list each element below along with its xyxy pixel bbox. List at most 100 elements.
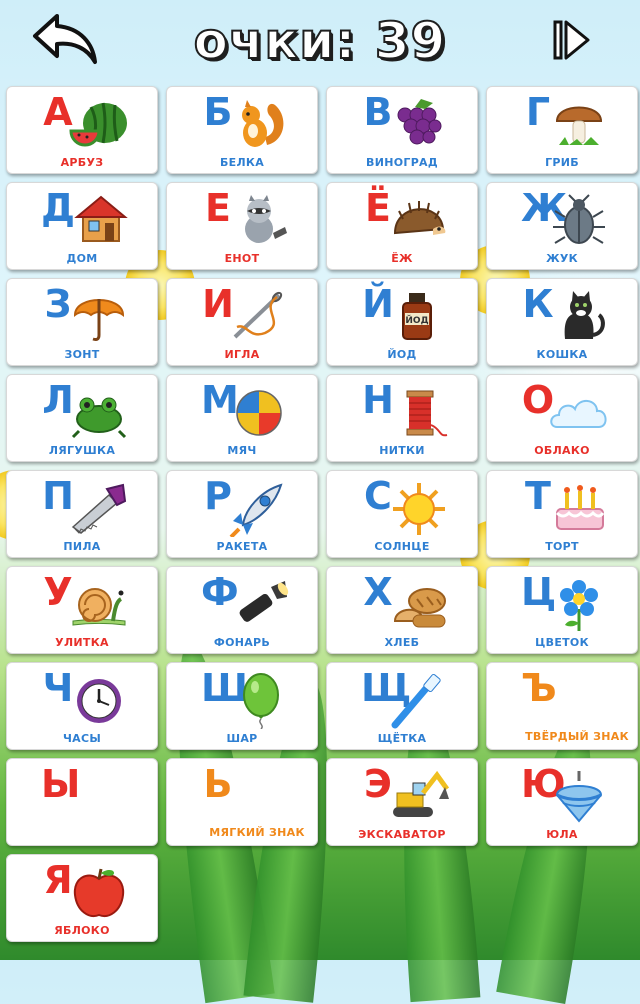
- letter-card[interactable]: Ы: [6, 758, 158, 846]
- ball-icon: [229, 385, 289, 441]
- letter-card[interactable]: Д ДОМ: [6, 182, 158, 270]
- card-word: ЦВЕТОК: [535, 636, 589, 649]
- letter-card[interactable]: З ЗОНТ: [6, 278, 158, 366]
- letter-card[interactable]: О ОБЛАКО: [486, 374, 638, 462]
- card-word: ПИЛА: [63, 540, 101, 553]
- svg-text:ЙОД: ЙОД: [405, 314, 428, 326]
- card-word: ЛЯГУШКА: [48, 444, 116, 457]
- card-word: ЁЖ: [391, 252, 413, 265]
- card-word: МЯГКИЙ ЗНАК: [209, 826, 305, 839]
- card-word: ЙОД: [387, 348, 417, 361]
- letter-card[interactable]: Н НИТКИ: [326, 374, 478, 462]
- saw-icon: [69, 481, 129, 537]
- back-arrow-icon: [33, 14, 97, 64]
- letter-card[interactable]: Ь МЯГКИЙ ЗНАК: [166, 758, 318, 846]
- cake-icon: [549, 481, 609, 537]
- card-word: ФОНАРЬ: [213, 636, 271, 649]
- card-letter: Ь: [203, 762, 233, 806]
- card-word: ЭКСКАВАТОР: [358, 828, 446, 841]
- letter-card[interactable]: Л ЛЯГУШКА: [6, 374, 158, 462]
- frog-icon: [69, 385, 129, 441]
- apple-icon: [69, 865, 129, 921]
- card-word: ЖУК: [546, 252, 578, 265]
- alphabet-grid: А АРБУЗ Б БЕЛКА В ВИНОГРАД Г ГРИБ Д ДОМ Е ЕНОТ Ё ЁЖ Ж Ж…: [6, 86, 640, 946]
- letter-card[interactable]: Ъ ТВЁРДЫЙ ЗНАК: [486, 662, 638, 750]
- grapes-icon: [389, 97, 449, 153]
- card-word: ГРИБ: [545, 156, 579, 169]
- beetle-icon: [549, 193, 609, 249]
- snail-icon: [69, 577, 129, 633]
- card-word: ЧАСЫ: [62, 732, 102, 745]
- card-word: БЕЛКА: [219, 156, 265, 169]
- watermelon-icon: [69, 97, 129, 153]
- squirrel-icon: [229, 97, 289, 153]
- card-word: ЗОНТ: [64, 348, 100, 361]
- card-word: ЩЁТКА: [377, 732, 427, 745]
- card-word: РАКЕТА: [216, 540, 268, 553]
- card-word: ЮЛА: [546, 828, 578, 841]
- letter-card[interactable]: Ч ЧАСЫ: [6, 662, 158, 750]
- skip-forward-icon: [553, 20, 590, 60]
- letter-card[interactable]: У УЛИТКА: [6, 566, 158, 654]
- letter-card[interactable]: В ВИНОГРАД: [326, 86, 478, 174]
- flower-icon: [549, 577, 609, 633]
- letter-card[interactable]: Й ЙОД ЙОД: [326, 278, 478, 366]
- card-word: ТВЁРДЫЙ ЗНАК: [525, 730, 629, 743]
- card-word: ШАР: [226, 732, 258, 745]
- letter-card[interactable]: Ц ЦВЕТОК: [486, 566, 638, 654]
- card-word: МЯЧ: [227, 444, 257, 457]
- letter-card[interactable]: М МЯЧ: [166, 374, 318, 462]
- thread-spool-icon: [389, 385, 449, 441]
- skip-button[interactable]: [544, 14, 600, 66]
- card-word: ВИНОГРАД: [366, 156, 438, 169]
- mushroom-icon: [549, 97, 609, 153]
- letter-card[interactable]: Ж ЖУК: [486, 182, 638, 270]
- letter-card[interactable]: Г ГРИБ: [486, 86, 638, 174]
- cat-icon: [549, 289, 609, 345]
- card-word: ТОРТ: [545, 540, 579, 553]
- letter-card[interactable]: Р РАКЕТА: [166, 470, 318, 558]
- card-word: ИГЛА: [224, 348, 260, 361]
- umbrella-icon: [69, 289, 129, 345]
- letter-card[interactable]: Ф ФОНАРЬ: [166, 566, 318, 654]
- letter-card[interactable]: Щ ЩЁТКА: [326, 662, 478, 750]
- letter-card[interactable]: Ю ЮЛА: [486, 758, 638, 846]
- letter-card[interactable]: Т ТОРТ: [486, 470, 638, 558]
- cloud-icon: [549, 385, 609, 441]
- toothbrush-icon: [389, 673, 449, 729]
- clock-icon: [69, 673, 129, 729]
- card-word: ЯБЛОКО: [54, 924, 110, 937]
- letter-card[interactable]: Ё ЁЖ: [326, 182, 478, 270]
- card-word: НИТКИ: [379, 444, 425, 457]
- card-word: ОБЛАКО: [534, 444, 590, 457]
- letter-card[interactable]: Б БЕЛКА: [166, 86, 318, 174]
- rocket-icon: [229, 481, 289, 539]
- top-bar: очки: 39: [0, 0, 640, 82]
- card-word: АРБУЗ: [60, 156, 104, 169]
- letter-card[interactable]: И ИГЛА: [166, 278, 318, 366]
- hedgehog-icon: [389, 193, 449, 249]
- letter-card[interactable]: Е ЕНОТ: [166, 182, 318, 270]
- card-letter: Ъ: [521, 666, 557, 710]
- letter-card[interactable]: К КОШКА: [486, 278, 638, 366]
- needle-icon: [229, 289, 289, 345]
- score-label: очки: 39: [193, 11, 447, 71]
- letter-card[interactable]: Э ЭКСКАВАТОР: [326, 758, 478, 846]
- letter-card[interactable]: Ш ШАР: [166, 662, 318, 750]
- letter-card[interactable]: П ПИЛА: [6, 470, 158, 558]
- card-letter: Ы: [41, 762, 81, 806]
- card-word: КОШКА: [536, 348, 588, 361]
- letter-card[interactable]: Х ХЛЕБ: [326, 566, 478, 654]
- letter-card[interactable]: С СОЛНЦЕ: [326, 470, 478, 558]
- house-icon: [69, 193, 129, 249]
- back-button[interactable]: [26, 8, 106, 70]
- balloon-icon: [229, 673, 289, 730]
- card-word: ДОМ: [66, 252, 98, 265]
- card-word: ЕНОТ: [224, 252, 260, 265]
- iodine-bottle-icon: ЙОД: [389, 289, 449, 345]
- letter-card[interactable]: Я ЯБЛОКО: [6, 854, 158, 942]
- raccoon-icon: [229, 193, 289, 249]
- card-word: ХЛЕБ: [384, 636, 420, 649]
- card-word: УЛИТКА: [55, 636, 109, 649]
- letter-card[interactable]: А АРБУЗ: [6, 86, 158, 174]
